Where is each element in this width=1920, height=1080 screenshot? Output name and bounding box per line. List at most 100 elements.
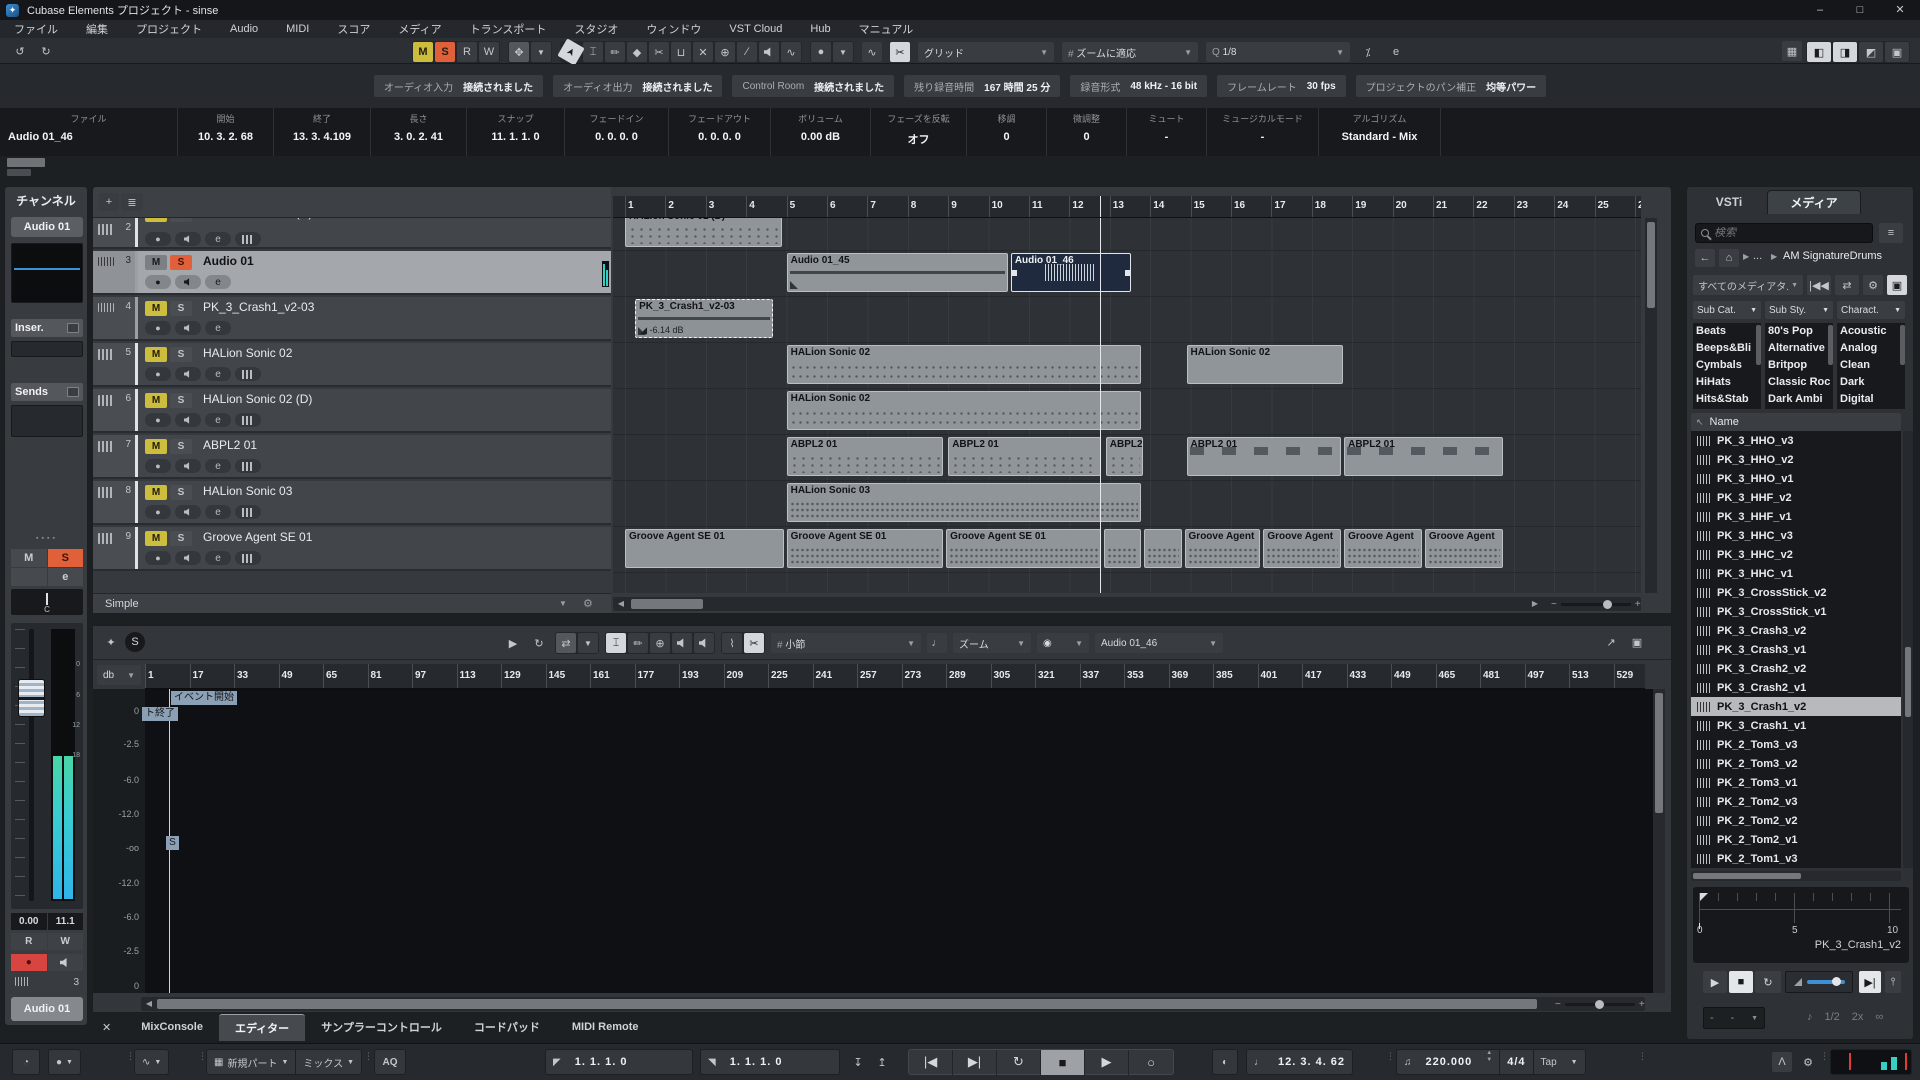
zoom-tool-icon[interactable]: ⊕ [650, 633, 670, 653]
track-edit-button[interactable]: e [205, 321, 231, 335]
scrollbar-thumb[interactable] [157, 999, 1537, 1009]
quantize-panel-icon[interactable]: e [1386, 42, 1406, 62]
event-ABPL2 01[interactable]: ABPL2 01 [786, 437, 944, 476]
scrub-tool-icon[interactable]: ∿ [781, 42, 801, 62]
insert-slot[interactable] [11, 341, 83, 357]
editor-waveform-display[interactable]: 0 -2.5 -6.0 -12.0 -oo -12.0 -6.0 -2.5 0 イベント開始 ト… [93, 689, 1653, 993]
file-item-PK_3_HHO_v1[interactable]: PK_3_HHO_v1 [1691, 469, 1901, 488]
pad-icon[interactable]: ▦ 新規パート ▼ [207, 1050, 295, 1074]
preview-tempo-box[interactable]: - - ▼ [1703, 1007, 1765, 1029]
inserts-section-header[interactable]: Inser. [11, 319, 83, 337]
event-HALion Sonic 01 (D)[interactable]: HALion Sonic 01 (D) [625, 218, 782, 247]
left-locator-icon[interactable]: ◤ [546, 1050, 568, 1074]
track-edit-button[interactable]: e [205, 505, 231, 519]
track-mute-button[interactable]: M [145, 301, 167, 316]
auto-quantize-button[interactable]: AQ [374, 1049, 406, 1075]
sends-section-header[interactable]: Sends [11, 383, 83, 401]
goto-end-button[interactable]: ▶| [953, 1049, 997, 1075]
metronome-setup-icon[interactable]: ⚙ [1798, 1052, 1818, 1072]
grid-type-select[interactable]: # ズームに適応 ▼ [1062, 42, 1198, 62]
file-item-PK_3_Crash1_v2[interactable]: PK_3_Crash1_v2 [1691, 697, 1901, 716]
minimize-button[interactable]: – [1800, 0, 1840, 20]
snap-type-select[interactable]: グリッド ▼ [918, 42, 1054, 62]
track-instrument-button[interactable] [235, 232, 261, 246]
midi-mix-mode[interactable]: ミックス ▼ [296, 1050, 361, 1074]
track-record-enable-button[interactable]: ● [145, 275, 171, 289]
zoom-in-icon[interactable]: + [1635, 599, 1641, 610]
info-field-フェーズを反転[interactable]: フェーズを反転 オフ [871, 108, 967, 156]
stop-button[interactable]: ■ [1041, 1049, 1085, 1075]
track-monitor-button[interactable] [175, 321, 201, 335]
track-record-enable-button[interactable]: ● [145, 367, 171, 381]
search-input[interactable] [1714, 227, 1854, 239]
filter-item-Classic Roc[interactable]: Classic Roc [1765, 374, 1833, 391]
track-record-enable-button[interactable]: ● [145, 459, 171, 473]
gear-icon[interactable]: ⚙ [1863, 275, 1883, 295]
track-row-Groove Agent SE 01[interactable]: 9 M S Groove Agent SE 01 ● e [93, 527, 611, 571]
track-edit-button[interactable]: e [205, 413, 231, 427]
snap-point-marker[interactable]: S [166, 836, 179, 850]
filter-view-toggle[interactable]: ▣ [1887, 275, 1907, 295]
automation-S[interactable]: S [435, 42, 455, 62]
drag-handle[interactable]: ⋮ [126, 1052, 135, 1070]
select-tool-icon[interactable]: ➤ [557, 38, 585, 66]
editor-event-select[interactable]: Audio 01_46 ▼ [1095, 633, 1223, 653]
snap-toggle-icon[interactable]: ✂ [890, 42, 910, 62]
menu-item-スコア[interactable]: スコア [323, 21, 384, 37]
event-Groove Agent[interactable]: Groove Agent [1344, 529, 1422, 568]
scrollbar-thumb[interactable] [1828, 325, 1833, 365]
editor-view-options[interactable]: ◉ ▼ [1037, 633, 1089, 653]
track-monitor-button[interactable] [175, 551, 201, 565]
tempo-value[interactable]: 220.000 [1419, 1050, 1480, 1074]
file-item-PK_3_CrossStick_v1[interactable]: PK_3_CrossStick_v1 [1691, 602, 1901, 621]
filter-item-Dark Ambi[interactable]: Dark Ambi [1765, 391, 1833, 408]
info-field-ファイル[interactable]: ファイル Audio 01_46 [0, 108, 178, 156]
range-tool-icon[interactable]: ⌶ [583, 42, 603, 62]
quantize-select[interactable]: Q 1/8 ▼ [1206, 42, 1350, 62]
zoom-slider[interactable] [1560, 600, 1631, 609]
arrange-horizontal-scrollbar[interactable]: ◀ ▶ − + [613, 597, 1641, 611]
zoom-out-icon[interactable]: − [1555, 999, 1561, 1010]
write-automation-button[interactable]: W [47, 933, 83, 950]
keyboard-focus-icon[interactable]: ▦ [1782, 41, 1802, 61]
fader-db-value[interactable]: 0.00 [11, 913, 47, 930]
tab-MIDI Remote[interactable]: MIDI Remote [556, 1016, 655, 1038]
home-icon[interactable]: ⌂ [1719, 249, 1739, 267]
note-icon[interactable]: ♪ [1807, 1011, 1813, 1023]
track-monitor-button[interactable] [175, 413, 201, 427]
filter-item-Analog[interactable]: Analog [1837, 340, 1905, 357]
track-edit-button[interactable]: e [205, 275, 231, 289]
mute-tool-icon[interactable]: ∕ [737, 42, 757, 62]
menu-item-VST Cloud[interactable]: VST Cloud [715, 23, 796, 35]
filter-item-Alternative[interactable]: Alternative [1765, 340, 1833, 357]
play-button[interactable]: ▶ [1085, 1049, 1129, 1075]
automation-M[interactable]: M [413, 42, 433, 62]
event-Audio 01_46[interactable]: Audio 01_46 [1010, 253, 1131, 292]
file-list-scrollbar[interactable] [1903, 431, 1913, 868]
event-Groove Agent[interactable]: Groove Agent [1184, 529, 1261, 568]
play-tool-icon[interactable] [759, 42, 779, 62]
preview-beats-button[interactable]: ⫯ [1885, 971, 1901, 993]
tab-エディター[interactable]: エディター [218, 1013, 306, 1041]
zoom-in-icon[interactable]: + [1639, 999, 1645, 1010]
track-monitor-button[interactable] [175, 232, 201, 246]
audition-play-icon[interactable]: ▶ [503, 633, 523, 653]
preview-volume-control[interactable] [1785, 971, 1853, 993]
volume-slider[interactable] [1806, 977, 1845, 986]
menu-item-ファイル[interactable]: ファイル [0, 21, 72, 37]
playhead[interactable] [1099, 218, 1101, 593]
track-row-PK_3_Crash1_v2-03[interactable]: 4 M S PK_3_Crash1_v2-03 ● e [93, 297, 611, 341]
event-Groove Agent[interactable]: Groove Agent [1263, 529, 1342, 568]
file-item-PK_2_Tom2_v1[interactable]: PK_2_Tom2_v1 [1691, 830, 1901, 849]
info-field-フェードアウト[interactable]: フェードアウト 0. 0. 0. 0 [669, 108, 771, 156]
track-edit-button[interactable]: e [205, 551, 231, 565]
drag-handle[interactable]: ⋮ [1638, 1052, 1647, 1070]
drag-handle[interactable]: ⋮ [364, 1052, 373, 1070]
menu-item-メディア[interactable]: メディア [384, 21, 455, 37]
filter-item-Cymbals[interactable]: Cymbals [1693, 357, 1761, 374]
info-field-ミュート[interactable]: ミュート - [1127, 108, 1207, 156]
preview-autoplay-button[interactable]: ▶| [1859, 971, 1881, 993]
scroll-left-icon[interactable]: ◀ [143, 998, 155, 1010]
track-monitor-button[interactable] [175, 275, 201, 289]
close-button[interactable]: ✕ [1880, 0, 1920, 20]
